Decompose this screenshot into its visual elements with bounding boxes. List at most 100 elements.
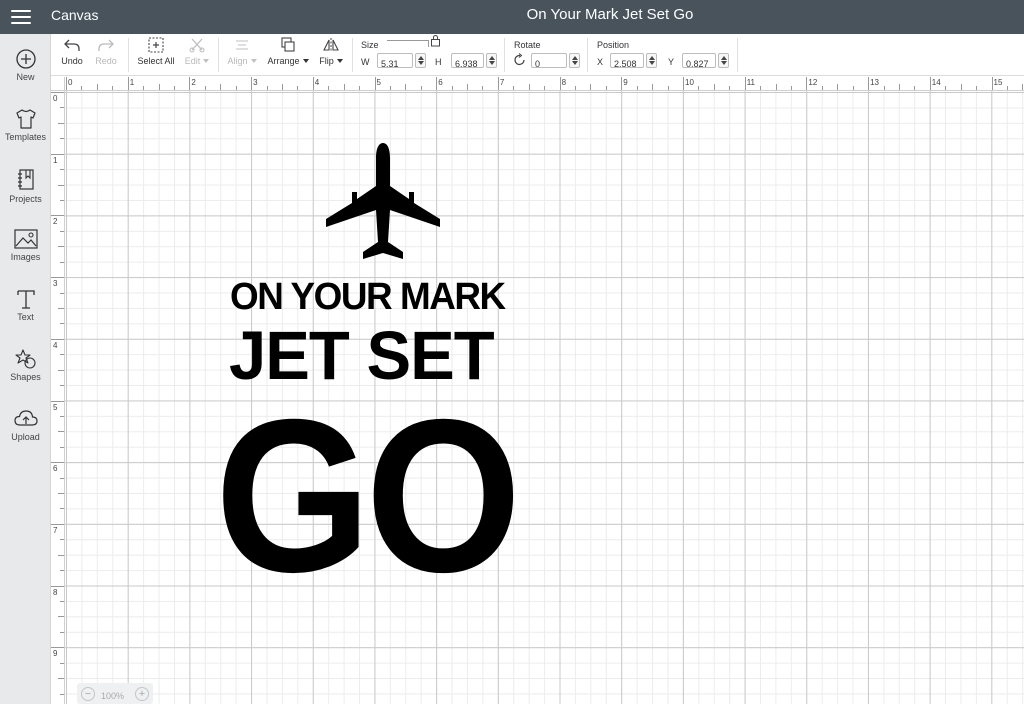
sidebar-item-label: Projects — [9, 194, 42, 204]
rotate-field[interactable] — [531, 53, 567, 71]
ruler-tick — [960, 84, 962, 90]
select-all-icon — [148, 37, 164, 53]
edit-dropdown[interactable]: Edit — [181, 37, 213, 66]
project-title: On Your Mark Jet Set Go — [526, 6, 694, 23]
width-field[interactable] — [377, 53, 413, 71]
height-stepper[interactable] — [486, 53, 497, 68]
select-all-button[interactable]: Select All — [135, 37, 177, 66]
sidebar-item-templates[interactable]: Templates — [0, 108, 51, 164]
cloud-upload-icon — [13, 410, 38, 426]
top-bar: Canvas On Your Mark Jet Set Go — [0, 0, 1024, 34]
ruler-tick — [51, 153, 64, 155]
ruler-tick — [683, 77, 684, 90]
ruler-label: 14 — [931, 78, 941, 87]
zoom-out-button[interactable]: − — [81, 687, 95, 701]
height-input[interactable] — [452, 57, 483, 71]
ruler-tick — [621, 77, 623, 90]
ruler-tick — [51, 92, 64, 93]
ruler-tick — [945, 86, 947, 90]
x-stepper[interactable] — [646, 53, 657, 68]
ruler-tick — [173, 86, 175, 90]
ruler-tick — [235, 86, 237, 90]
select-all-label: Select All — [137, 56, 175, 66]
ruler-tick — [51, 647, 64, 649]
width-stepper[interactable] — [415, 53, 426, 68]
ruler-label: 5 — [53, 402, 58, 412]
sidebar-item-label: Templates — [4, 132, 47, 142]
align-dropdown[interactable]: Align — [225, 37, 259, 66]
sidebar-item-new[interactable]: New — [0, 48, 51, 104]
ruler-tick — [60, 261, 64, 263]
ruler-tick — [436, 77, 438, 90]
undo-button[interactable]: Undo — [57, 37, 87, 66]
zoom-in-button[interactable]: + — [135, 687, 149, 701]
ruler-tick — [837, 84, 839, 90]
ruler-tick — [96, 84, 98, 90]
ruler-tick — [898, 84, 900, 90]
ruler-tick — [482, 86, 484, 90]
sidebar-item-images[interactable]: Images — [0, 228, 51, 284]
width-label: W — [361, 57, 370, 67]
x-field[interactable] — [610, 53, 644, 71]
arrange-icon — [281, 37, 295, 52]
width-input[interactable] — [378, 57, 412, 71]
y-stepper[interactable] — [718, 53, 729, 68]
ruler-tick — [821, 86, 823, 90]
ruler-tick — [60, 570, 64, 572]
ruler-tick — [60, 693, 64, 695]
sidebar-item-text[interactable]: Text — [0, 288, 51, 344]
ruler-tick — [790, 86, 792, 90]
ruler-tick — [51, 585, 64, 587]
ruler-tick — [58, 246, 64, 248]
ruler-tick — [1006, 86, 1008, 90]
sidebar-item-shapes[interactable]: Shapes — [0, 348, 51, 404]
rotate-stepper[interactable] — [569, 53, 580, 68]
design-canvas[interactable]: ON YOUR MARK JET SET GO — [65, 91, 1024, 704]
x-input[interactable] — [611, 57, 643, 71]
ruler-label: 7 — [53, 525, 58, 535]
design-group[interactable]: ON YOUR MARK JET SET GO — [65, 91, 1024, 704]
rotate-group: Rotate — [505, 34, 585, 76]
ruler-label: 6 — [53, 464, 58, 474]
sidebar-item-projects[interactable]: Projects — [0, 168, 51, 224]
flip-dropdown[interactable]: Flip — [315, 37, 347, 66]
ruler-tick — [868, 77, 870, 90]
ruler-tick — [636, 86, 638, 90]
align-icon — [236, 40, 248, 50]
ruler-label: 2 — [191, 78, 196, 87]
ruler-tick — [58, 616, 64, 618]
ruler-tick — [451, 86, 453, 90]
ruler-tick — [405, 84, 407, 90]
ruler-tick — [590, 84, 592, 90]
arrange-dropdown[interactable]: Arrange — [265, 37, 311, 66]
ruler-tick — [559, 77, 561, 90]
rotate-input[interactable] — [532, 57, 566, 71]
ruler-tick — [58, 431, 64, 433]
edit-label: Edit — [184, 56, 201, 66]
airplane-icon[interactable] — [325, 141, 441, 261]
ruler-tick — [58, 307, 64, 309]
ruler-tick — [66, 77, 67, 90]
height-field[interactable] — [451, 53, 484, 71]
sidebar-item-upload[interactable]: Upload — [0, 408, 51, 464]
design-text-line3[interactable]: GO — [215, 388, 521, 606]
redo-button[interactable]: Redo — [91, 37, 121, 66]
y-label: Y — [668, 57, 675, 67]
y-input[interactable] — [683, 57, 715, 71]
design-text-line1[interactable]: ON YOUR MARK — [230, 278, 506, 316]
ruler-tick — [266, 86, 268, 90]
ruler-tick — [991, 77, 993, 90]
ruler-tick — [883, 86, 885, 90]
ruler-tick — [281, 84, 283, 90]
ruler-label: 9 — [53, 649, 58, 659]
lock-icon[interactable] — [430, 34, 441, 47]
ruler-tick — [60, 662, 64, 664]
plus-circle-icon — [15, 49, 36, 69]
ruler-tick — [60, 477, 64, 479]
ruler-tick — [143, 86, 145, 90]
ruler-label: 13 — [870, 78, 879, 87]
ruler-tick — [312, 77, 314, 90]
y-field[interactable] — [682, 53, 716, 71]
ruler-tick — [51, 277, 64, 279]
ruler-tick — [605, 86, 607, 90]
